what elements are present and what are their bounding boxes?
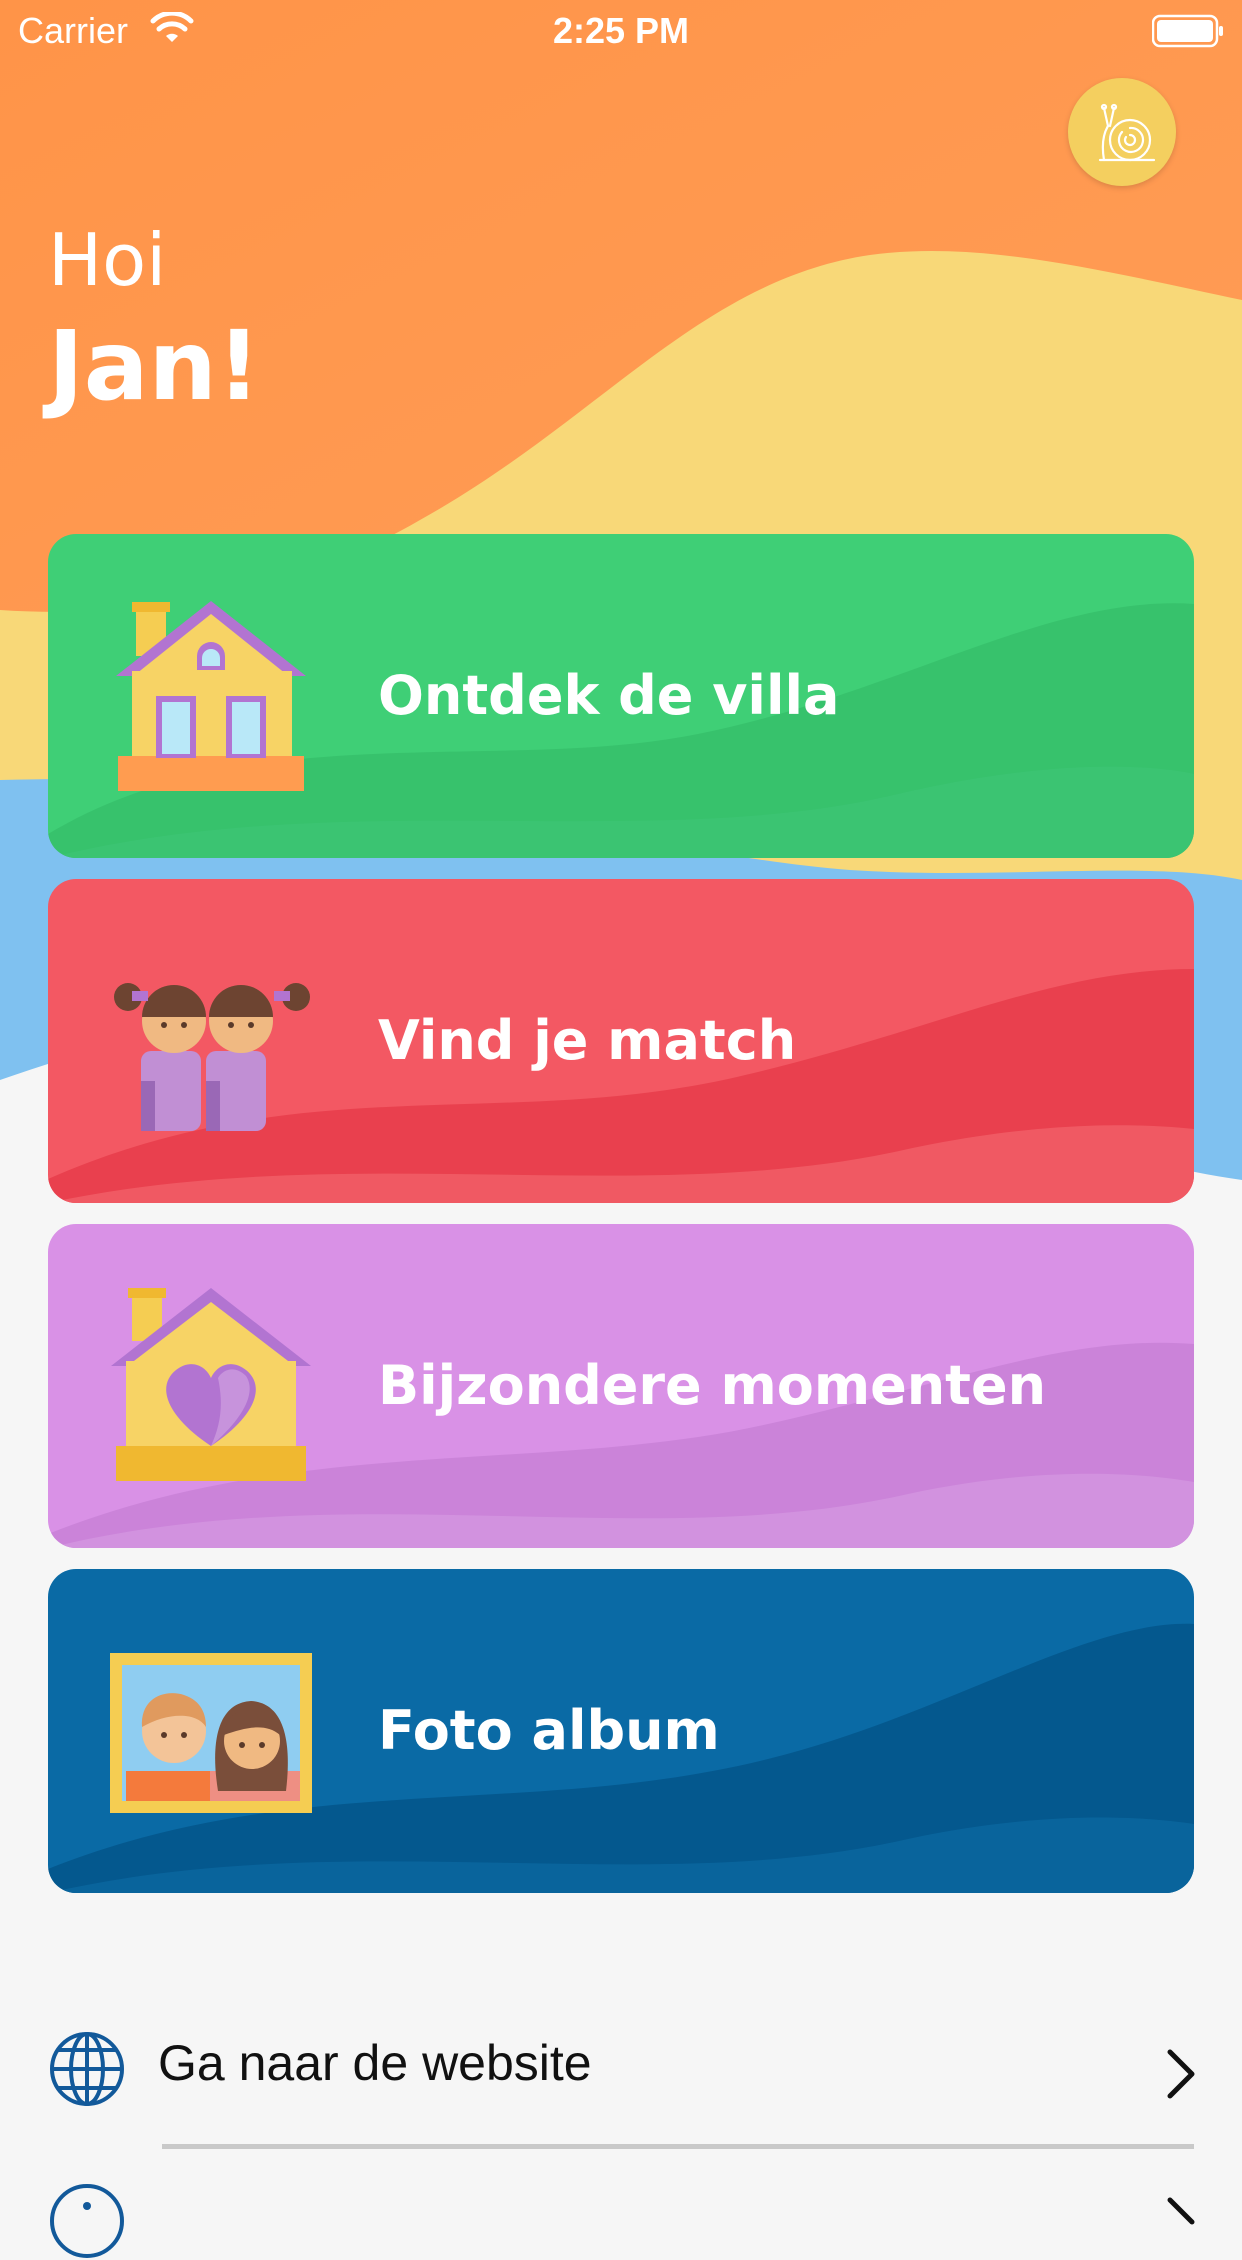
chevron-right-icon <box>1167 2049 1195 2099</box>
heart-house-icon <box>111 1288 311 1481</box>
card-label: Vind je match <box>378 1009 797 1072</box>
website-link-label: Ga naar de website <box>158 2035 592 2091</box>
clock: 2:25 PM <box>552 10 690 51</box>
card-label: Ontdek de villa <box>378 664 840 727</box>
website-link-row[interactable]: Ga naar de website <box>0 2010 1242 2130</box>
list-divider <box>162 2144 1194 2149</box>
info-icon <box>50 2184 124 2258</box>
status-bar: Carrier 2:25 PM <box>0 0 1242 62</box>
card-bijzondere-momenten[interactable]: Bijzondere momenten <box>48 1224 1194 1548</box>
profile-avatar-button[interactable] <box>1068 78 1176 186</box>
snail-icon <box>1098 103 1156 162</box>
twins-icon <box>114 983 310 1131</box>
house-icon <box>116 601 306 791</box>
greeting-name: Jan! <box>48 310 261 422</box>
chevron-right-icon <box>1167 2197 1195 2225</box>
card-foto-album[interactable]: Foto album <box>48 1569 1194 1893</box>
card-ontdek-de-villa[interactable]: Ontdek de villa <box>48 534 1194 858</box>
photo-frame-icon <box>110 1653 312 1813</box>
card-label: Bijzondere momenten <box>378 1354 1047 1417</box>
card-vind-je-match[interactable]: Vind je match <box>48 879 1194 1203</box>
card-label: Foto album <box>378 1699 720 1762</box>
battery-icon <box>1152 14 1223 48</box>
globe-icon <box>50 2032 124 2106</box>
greeting-hello: Hoi <box>48 218 167 302</box>
